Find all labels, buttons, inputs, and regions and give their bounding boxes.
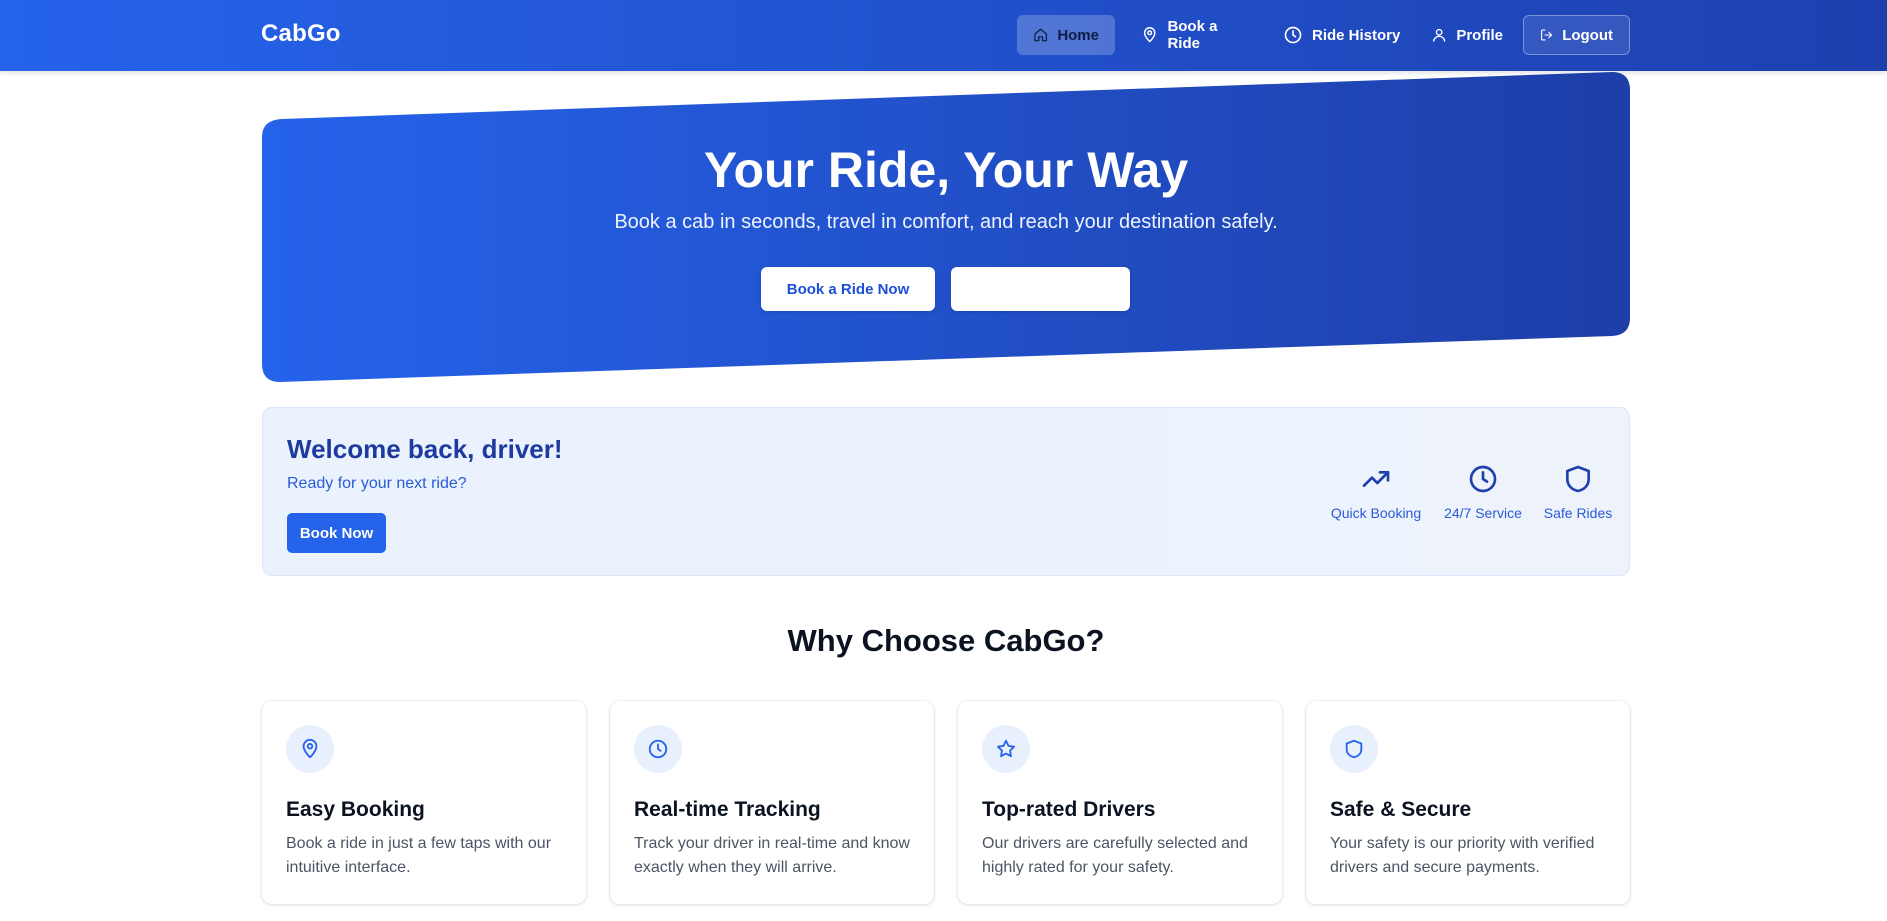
brand-logo[interactable]: CabGo bbox=[261, 20, 341, 48]
card-icon-wrap bbox=[982, 725, 1030, 773]
nav-book-a-ride[interactable]: Book a Ride bbox=[1125, 15, 1259, 55]
card-icon-wrap bbox=[1330, 725, 1378, 773]
feature-label: Quick Booking bbox=[1330, 505, 1422, 521]
feature-safe-rides: Safe Rides bbox=[1538, 463, 1618, 521]
card-title: Real-time Tracking bbox=[634, 798, 821, 821]
card-text: Track your driver in real-time and know … bbox=[634, 835, 910, 876]
nav-profile-label: Profile bbox=[1456, 26, 1503, 44]
card-title: Top-rated Drivers bbox=[982, 798, 1156, 821]
feature-card-easy-booking: Easy Booking Book a ride in just a few t… bbox=[262, 701, 586, 904]
welcome-panel: Welcome back, driver! Ready for your nex… bbox=[262, 407, 1630, 576]
card-icon-wrap bbox=[634, 725, 682, 773]
hero-title: Your Ride, Your Way bbox=[703, 142, 1189, 198]
card-title: Safe & Secure bbox=[1330, 798, 1472, 821]
feature-card-safe-secure: Safe & Secure Your safety is our priorit… bbox=[1306, 701, 1630, 904]
nav-profile[interactable]: Profile bbox=[1415, 15, 1519, 55]
nav-home[interactable]: Home bbox=[1017, 15, 1115, 55]
feature-label: Safe Rides bbox=[1543, 505, 1613, 521]
shield-icon bbox=[1566, 465, 1590, 493]
feature-card-top-rated-drivers: Top-rated Drivers Our drivers are carefu… bbox=[958, 701, 1282, 904]
hero-subtitle: Book a cab in seconds, travel in comfort… bbox=[614, 211, 1278, 233]
top-navbar: CabGo Home Book a Ride Ride History Prof… bbox=[0, 0, 1887, 71]
clock-icon bbox=[1469, 465, 1497, 493]
user-icon bbox=[1433, 28, 1446, 42]
trending-up-icon bbox=[1362, 471, 1390, 487]
home-icon bbox=[1034, 28, 1048, 42]
welcome-title: Welcome back, driver! bbox=[287, 434, 563, 464]
feature-label: 24/7 Service bbox=[1444, 505, 1522, 521]
nav-logout-label: Logout bbox=[1562, 26, 1613, 44]
clock-icon bbox=[1284, 26, 1302, 44]
map-pin-icon bbox=[1143, 27, 1156, 43]
welcome-subtitle: Ready for your next ride? bbox=[287, 475, 467, 492]
nav-book-label: Book a Ride bbox=[1167, 18, 1218, 52]
clock-icon bbox=[648, 739, 668, 759]
secondary-hero-button[interactable] bbox=[951, 267, 1130, 311]
nav-logout[interactable]: Logout bbox=[1523, 15, 1630, 55]
star-icon bbox=[997, 739, 1015, 758]
feature-card-real-time-tracking: Real-time Tracking Track your driver in … bbox=[610, 701, 934, 904]
shield-icon bbox=[1345, 739, 1363, 759]
card-text: Your safety is our priority with verifie… bbox=[1330, 835, 1595, 876]
card-text: Our drivers are carefully selected and h… bbox=[982, 835, 1248, 876]
nav-ride-history[interactable]: Ride History bbox=[1267, 15, 1419, 55]
card-title: Easy Booking bbox=[286, 798, 425, 821]
feature-24-7-service: 24/7 Service bbox=[1438, 463, 1528, 521]
book-ride-now-button[interactable]: Book a Ride Now bbox=[761, 267, 935, 311]
book-now-button[interactable]: Book Now bbox=[287, 513, 386, 553]
nav-history-label: Ride History bbox=[1312, 26, 1401, 44]
logout-icon bbox=[1541, 29, 1553, 41]
card-text: Book a ride in just a few taps with our … bbox=[286, 835, 552, 876]
feature-quick-booking: Quick Booking bbox=[1326, 463, 1426, 521]
card-icon-wrap bbox=[286, 725, 334, 773]
map-pin-icon bbox=[302, 738, 318, 759]
nav-home-label: Home bbox=[1057, 26, 1099, 44]
section-title: Why Choose CabGo? bbox=[787, 623, 1105, 658]
